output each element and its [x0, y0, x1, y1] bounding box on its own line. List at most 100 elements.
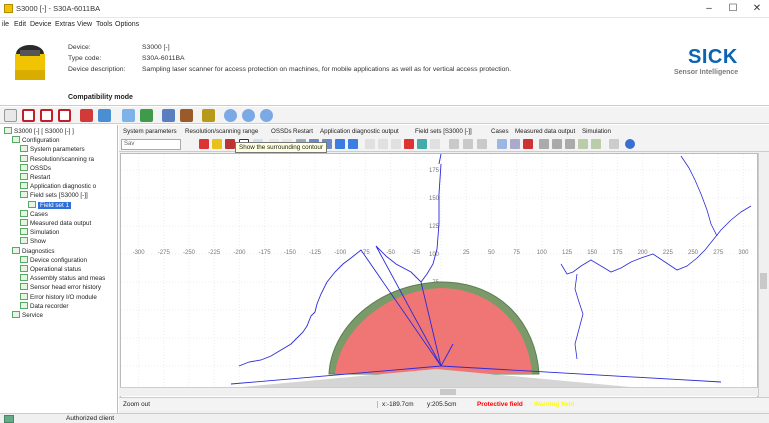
move-icon[interactable] [510, 139, 520, 149]
draw-field-icon[interactable] [225, 139, 235, 149]
menu-file[interactable]: ile [2, 21, 9, 28]
contour-top [438, 153, 442, 165]
tool1-icon[interactable] [578, 139, 588, 149]
tree-item[interactable]: OSSDs [20, 163, 51, 172]
copy-icon[interactable] [449, 139, 459, 149]
export-icon[interactable] [609, 139, 619, 149]
x-tick-label: 225 [663, 250, 674, 256]
grid-icon[interactable] [348, 139, 358, 149]
menu-view[interactable]: View [77, 21, 92, 28]
tree-item[interactable]: Diagnostics [12, 246, 55, 255]
x-tick-label: -200 [233, 250, 246, 256]
paste-icon[interactable] [463, 139, 473, 149]
close-button[interactable]: ✕ [745, 2, 769, 16]
tab-restart[interactable]: Restart [293, 128, 313, 135]
menu-tools[interactable]: Tools [96, 21, 112, 28]
tree-item[interactable]: Error history I/O module [20, 292, 97, 301]
y-tick-label: 150 [429, 196, 440, 202]
horizontal-scroll-thumb[interactable] [440, 389, 456, 395]
tree-item[interactable]: Field sets [S3000 [-]] [20, 191, 88, 199]
tree-item[interactable]: Resolution/scanning ra [20, 154, 94, 163]
segment-icon[interactable] [430, 139, 440, 149]
delete-icon[interactable] [477, 139, 487, 149]
compatibility-mode-label: Compatibility mode [68, 94, 133, 101]
tab-field-sets[interactable]: Field sets [S3000 [-]] [415, 128, 472, 135]
simulation-icon [20, 228, 28, 236]
menu-edit[interactable]: Edit [14, 21, 26, 28]
device-icon[interactable] [58, 109, 71, 122]
tree-item[interactable]: Operational status [20, 265, 81, 273]
tab-measured-data[interactable]: Measured data output [515, 128, 575, 135]
tool2-icon[interactable] [591, 139, 601, 149]
tab-system-parameters[interactable]: System parameters [123, 128, 177, 135]
help-icon[interactable] [202, 109, 215, 122]
tree-item[interactable]: Sensor head error history [20, 283, 101, 291]
tree-item[interactable]: Application diagnostic o [20, 182, 96, 190]
field-plot[interactable]: 200 175 150 125 100 75 50 250 -300 -275 -250 -225 -2… [121, 140, 757, 388]
upload-icon[interactable] [98, 109, 111, 122]
polygon-icon[interactable] [365, 139, 375, 149]
tab-resolution[interactable]: Resolution/scanning range [185, 128, 258, 135]
tree-item[interactable]: Show [20, 237, 46, 245]
horizontal-scrollbar[interactable] [120, 387, 758, 396]
transfer-icon[interactable] [80, 109, 93, 122]
download-icon[interactable] [140, 109, 153, 122]
mark-icon[interactable] [523, 139, 533, 149]
report-icon[interactable] [180, 109, 193, 122]
tree-item[interactable]: Device configuration [20, 255, 87, 264]
connect-icon[interactable] [22, 109, 35, 122]
edit-points-icon[interactable] [497, 139, 507, 149]
back-icon[interactable] [224, 109, 237, 122]
disconnect-icon[interactable] [40, 109, 53, 122]
tree-item-label: S3000 [-] [ S3000 [-] ] [14, 128, 74, 135]
mirror-icon[interactable] [539, 139, 549, 149]
client-icon [4, 415, 14, 423]
field-editor-canvas[interactable]: 200 175 150 125 100 75 50 250 -300 -275 -250 -225 -2… [120, 140, 758, 398]
arc-icon[interactable] [391, 139, 401, 149]
tab-application-diagnostic[interactable]: Application diagnostic output [320, 128, 399, 135]
zoom-fit-icon[interactable] [335, 139, 345, 149]
tree-item[interactable]: Restart [20, 173, 50, 181]
x-tick-label: -100 [334, 250, 347, 256]
compare-icon[interactable] [122, 109, 135, 122]
menu-device[interactable]: Device [30, 21, 51, 28]
x-tick-label: 300 [738, 250, 749, 256]
tree-item[interactable]: Configuration [12, 136, 59, 144]
diag-icon [20, 182, 28, 190]
tab-cases[interactable]: Cases [491, 128, 509, 135]
rotate-icon[interactable] [552, 139, 562, 149]
minimize-button[interactable]: – [697, 2, 721, 16]
x-tick-label: -175 [259, 250, 272, 256]
vertical-scrollbar[interactable] [758, 153, 768, 398]
tree-item[interactable]: Data recorder [20, 301, 69, 310]
tree-item[interactable]: S3000 [-] [ S3000 [-] ] [4, 127, 74, 135]
new-project-icon[interactable] [4, 109, 17, 122]
login-icon[interactable] [162, 109, 175, 122]
y-coordinate: y:205.5cm [427, 401, 457, 408]
rect-field-icon[interactable] [404, 139, 414, 149]
line-icon[interactable] [378, 139, 388, 149]
tree-item[interactable]: Field set 1 [28, 200, 72, 209]
forward-icon[interactable] [242, 109, 255, 122]
tab-simulation[interactable]: Simulation [582, 128, 611, 135]
tree-item[interactable]: Assembly status and meas [20, 274, 105, 282]
tree-item-label: Error history I/O module [30, 293, 97, 301]
scale-icon[interactable] [565, 139, 575, 149]
tab-ossds[interactable]: OSSDs [271, 128, 292, 135]
scanner-blind-area [231, 369, 641, 388]
info-icon[interactable] [625, 139, 635, 149]
protective-field-icon[interactable] [199, 139, 209, 149]
tree-item[interactable]: Cases [20, 209, 48, 218]
maximize-button[interactable]: ☐ [721, 2, 745, 16]
tree-item[interactable]: Measured data output [20, 219, 91, 227]
menu-options[interactable]: Options [115, 21, 139, 28]
refresh-icon[interactable] [260, 109, 273, 122]
tree-item[interactable]: Service [12, 311, 43, 319]
circle-field-icon[interactable] [417, 139, 427, 149]
vertical-scroll-thumb[interactable] [760, 273, 767, 289]
menu-extras[interactable]: Extras [55, 21, 75, 28]
field-name-input[interactable]: Sav [121, 139, 181, 150]
warning-field-icon[interactable] [212, 139, 222, 149]
tree-item[interactable]: Simulation [20, 228, 59, 236]
tree-item[interactable]: System parameters [20, 145, 85, 153]
